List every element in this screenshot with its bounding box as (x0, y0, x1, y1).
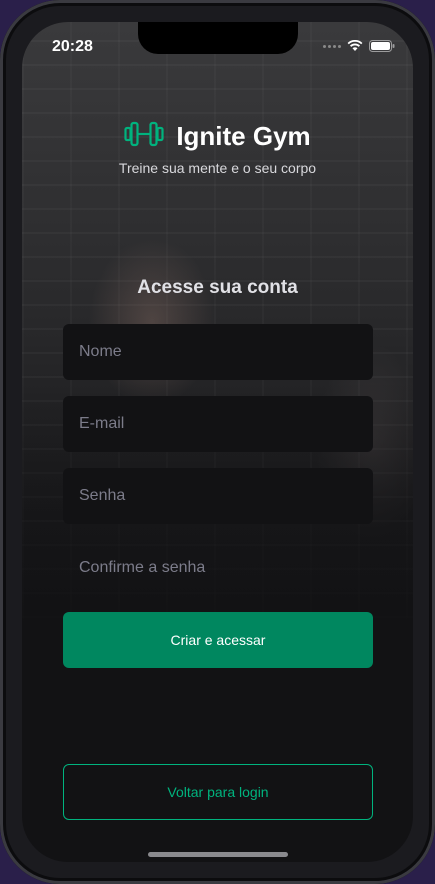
app-screen: 20:28 Ignite Gym Treine sua mente e o se… (22, 22, 413, 862)
create-account-button[interactable]: Criar e acessar (63, 612, 373, 668)
confirm-password-input[interactable]: Confirme a senha (63, 540, 373, 596)
wifi-icon (347, 40, 363, 52)
tagline: Treine sua mente e o seu corpo (118, 160, 317, 176)
form-heading: Acesse sua conta (137, 277, 298, 298)
notch (138, 22, 298, 54)
name-input[interactable]: Nome (63, 324, 373, 380)
email-input[interactable]: E-mail (63, 396, 373, 452)
status-icons (323, 40, 395, 52)
home-indicator[interactable] (148, 852, 288, 857)
cellular-signal-icon (323, 44, 341, 48)
password-input[interactable]: Senha (63, 468, 373, 524)
back-to-login-button[interactable]: Voltar para login (63, 764, 373, 820)
status-time: 20:28 (52, 38, 93, 55)
status-bar: 20:28 (22, 22, 413, 70)
brand-header: Ignite Gym (22, 120, 413, 153)
dumbbell-icon (124, 120, 164, 153)
battery-icon (369, 40, 395, 52)
app-title: Ignite Gym (176, 121, 311, 151)
